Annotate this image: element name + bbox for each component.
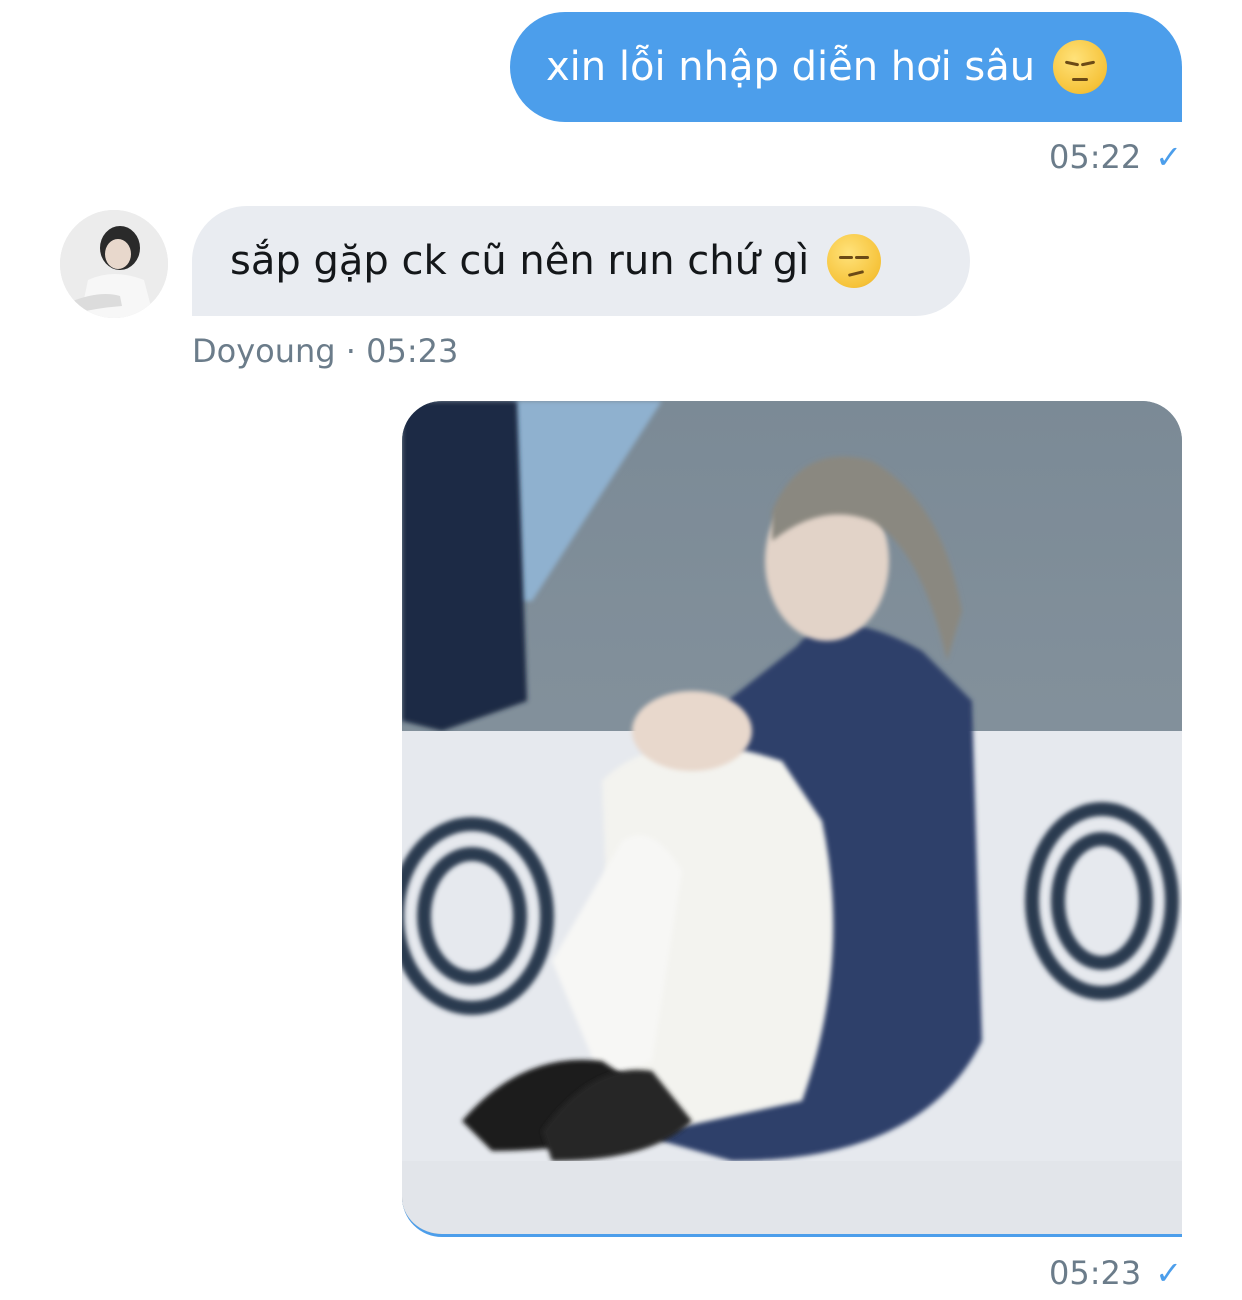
message-time: 05:22 [1048,138,1142,176]
message-meta: 05:23 ✓ [1049,1254,1182,1292]
message-text: xin lỗi nhập diễn hơi sâu [546,44,1036,90]
message-photo[interactable] [402,401,1182,1237]
message-text: sắp gặp ck cũ nên run chứ gì [230,238,810,284]
message-time: 05:23 [1048,1254,1142,1292]
message-time: 05:23 [366,332,459,370]
message-meta: 05:22 ✓ [1049,138,1182,176]
outgoing-message-bubble[interactable]: xin lỗi nhập diễn hơi sâu [510,12,1182,122]
message-meta: Doyoung · 05:23 [192,332,458,370]
meta-separator: · [345,332,356,370]
avatar[interactable] [60,210,168,318]
sent-check-icon: ✓ [1155,138,1182,176]
sent-check-icon: ✓ [1155,1254,1182,1292]
incoming-message-bubble[interactable]: sắp gặp ck cũ nên run chứ gì [192,206,970,316]
pensive-face-emoji-icon [1053,40,1108,94]
smirking-face-emoji-icon [827,234,882,288]
photo-image [402,401,1182,1234]
sender-name[interactable]: Doyoung [192,332,336,370]
